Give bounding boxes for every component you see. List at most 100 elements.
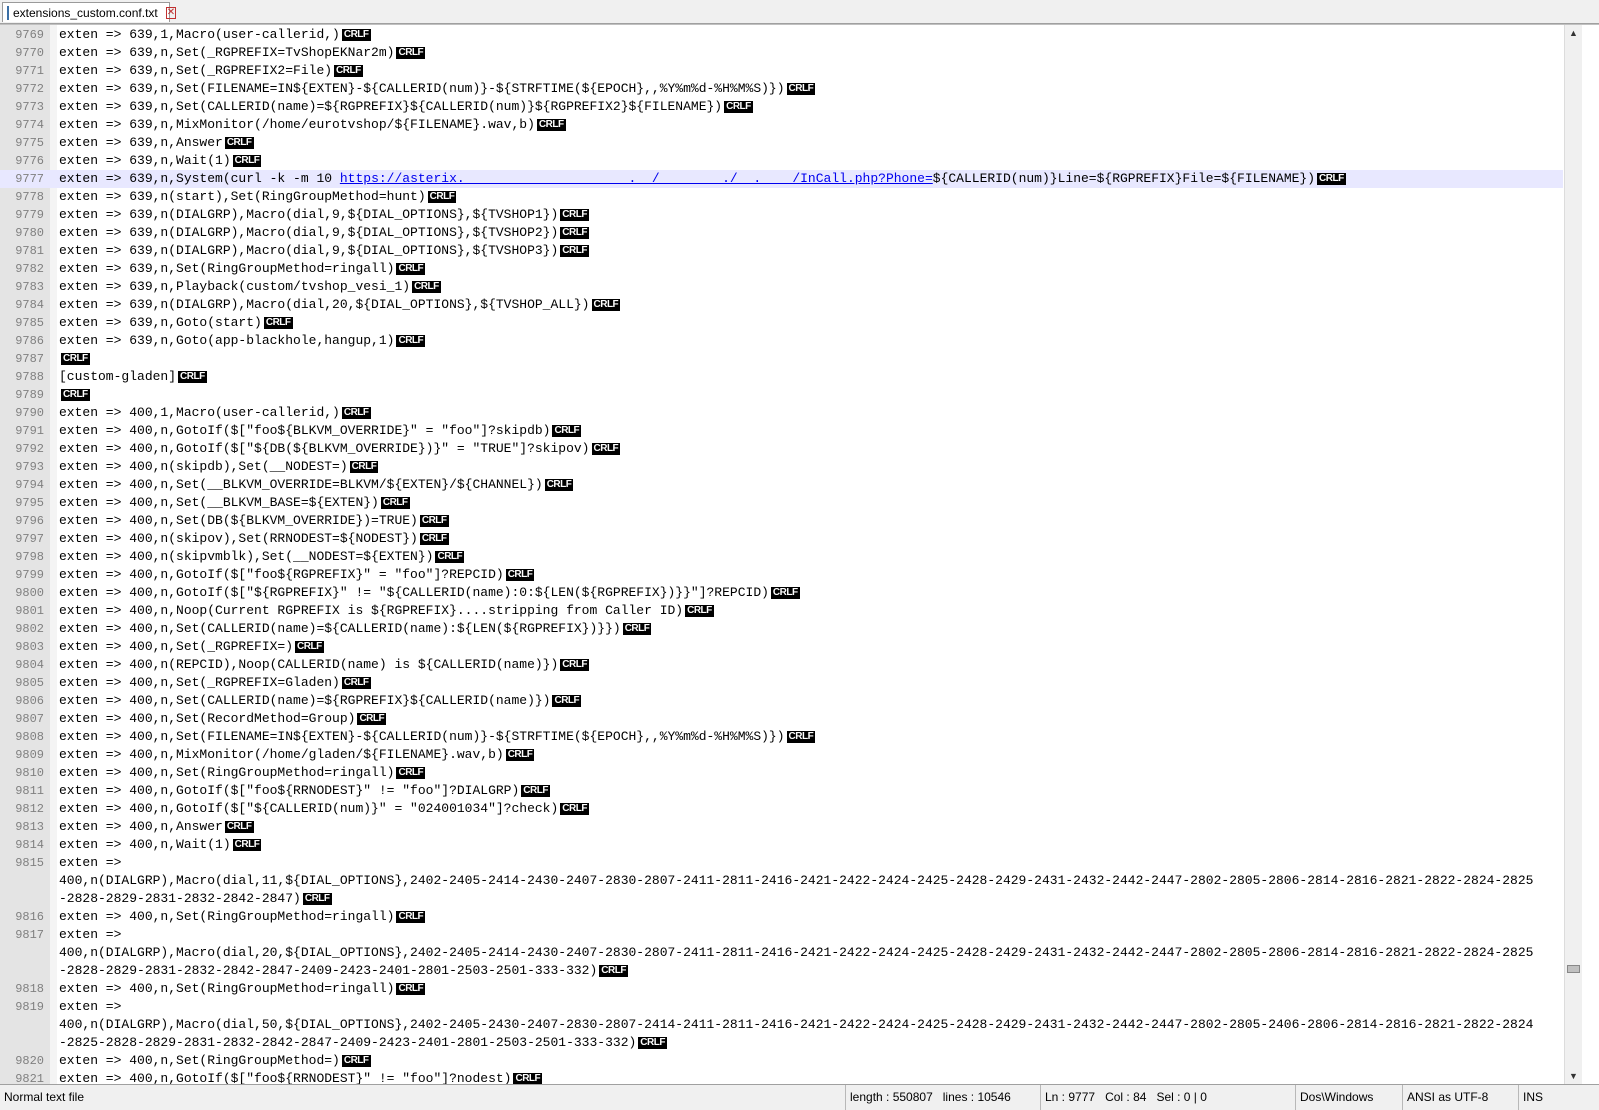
code-line[interactable]: 9817 exten => (0, 926, 1563, 944)
code-line[interactable]: -2825-2828-2829-2831-2832-2842-2847-2409… (0, 1034, 1563, 1052)
code-line[interactable]: 9791 exten => 400,n,GotoIf($["foo${BLKVM_… (0, 422, 1563, 440)
code-line[interactable]: 9798 exten => 400,n(skipvmblk),Set(__NODE… (0, 548, 1563, 566)
line-number: 9787 (15, 352, 44, 366)
code-line[interactable]: 9776 exten => 639,n,Wait(1) CRLF (0, 152, 1563, 170)
code-text: exten => 400,n,Set(RingGroupMethod=ringa… (59, 909, 395, 924)
code-line[interactable]: 9795 exten => 400,n,Set(__BLKVM_BASE=${EX… (0, 494, 1563, 512)
code-line[interactable]: 9784 exten => 639,n(DIALGRP),Macro(dial,2… (0, 296, 1563, 314)
scroll-down-arrow-icon[interactable]: ▼ (1565, 1068, 1582, 1085)
code-line[interactable]: 400,n(DIALGRP),Macro(dial,50,${DIAL_OPTI… (0, 1016, 1563, 1034)
code-line[interactable]: 9777 exten => 639,n,System(curl -k -m 10 … (0, 170, 1563, 188)
code-line[interactable]: 9814 exten => 400,n,Wait(1) CRLF (0, 836, 1563, 854)
code-line[interactable]: 9792 exten => 400,n,GotoIf($["${DB(${BLKV… (0, 440, 1563, 458)
crlf-marker: CRLF (1317, 173, 1346, 185)
code-line[interactable]: 9804 exten => 400,n(REPCID),Noop(CALLERID… (0, 656, 1563, 674)
code-line[interactable]: 9812 exten => 400,n,GotoIf($["${CALLERID(… (0, 800, 1563, 818)
code-line[interactable]: 9809 exten => 400,n,MixMonitor(/home/glad… (0, 746, 1563, 764)
code-line[interactable]: 9778 exten => 639,n(start),Set(RingGroupM… (0, 188, 1563, 206)
code-line[interactable]: 9794 exten => 400,n,Set(__BLKVM_OVERRIDE=… (0, 476, 1563, 494)
crlf-marker: CRLF (427, 191, 457, 203)
code-text: exten => 639,n,Goto(start) (59, 315, 262, 330)
status-col: Col : 84 (1105, 1090, 1147, 1104)
code-line[interactable]: 9790 exten => 400,1,Macro(user-callerid,)… (0, 404, 1563, 422)
code-line[interactable]: 9802 exten => 400,n,Set(CALLERID(name)=${… (0, 620, 1563, 638)
status-length: length : 550807 (850, 1090, 933, 1104)
scrollbar-thumb[interactable] (1567, 965, 1580, 973)
line-number: 9804 (15, 658, 44, 672)
tab-title: extensions_custom.conf.txt (13, 5, 158, 20)
code-text: exten => 400,n,Set(CALLERID(name)=${CALL… (59, 621, 621, 636)
crlf-marker: CRLF (341, 1055, 371, 1067)
text-editor[interactable]: 9769 exten => 639,1,Macro(user-callerid,)… (0, 24, 1599, 1088)
line-number: 9811 (15, 784, 44, 798)
code-line[interactable]: -2828-2829-2831-2832-2842-2847-2409-2423… (0, 962, 1563, 980)
text-area[interactable]: 9769 exten => 639,1,Macro(user-callerid,)… (0, 26, 1563, 1088)
code-line[interactable]: 9797 exten => 400,n(skipov),Set(RRNODEST=… (0, 530, 1563, 548)
code-line[interactable]: 9775 exten => 639,n,Answer CRLF (0, 134, 1563, 152)
line-text: exten => 400,n,Set(RingGroupMethod=ringa… (59, 980, 426, 998)
code-text: exten => 639,n,Wait(1) (59, 153, 231, 168)
code-line[interactable]: 9785 exten => 639,n,Goto(start) CRLF (0, 314, 1563, 332)
code-line[interactable]: 9770 exten => 639,n,Set(_RGPREFIX=TvShopE… (0, 44, 1563, 62)
code-line[interactable]: 9788 [custom-gladen] CRLF (0, 368, 1563, 386)
code-line[interactable]: 9816 exten => 400,n,Set(RingGroupMethod=r… (0, 908, 1563, 926)
line-text: exten => 400,n,Answer CRLF (59, 818, 254, 836)
code-line[interactable]: 9782 exten => 639,n,Set(RingGroupMethod=r… (0, 260, 1563, 278)
crlf-marker: CRLF (521, 785, 550, 797)
code-line[interactable]: 9805 exten => 400,n,Set(_RGPREFIX=Gladen)… (0, 674, 1563, 692)
line-text: exten => 639,1,Macro(user-callerid,) CRLF (59, 26, 371, 44)
status-insert-mode: INS (1518, 1085, 1599, 1110)
code-line[interactable]: 9793 exten => 400,n(skipdb),Set(__NODEST=… (0, 458, 1563, 476)
code-line[interactable]: 9811 exten => 400,n,GotoIf($["foo${RRNODE… (0, 782, 1563, 800)
vertical-scrollbar[interactable]: ▲ ▼ (1564, 25, 1582, 1085)
crlf-marker: CRLF (770, 587, 800, 599)
code-line[interactable]: 9818 exten => 400,n,Set(RingGroupMethod=r… (0, 980, 1563, 998)
line-number: 9820 (15, 1054, 44, 1068)
code-line[interactable]: 9815 exten => (0, 854, 1563, 872)
code-line[interactable]: 400,n(DIALGRP),Macro(dial,11,${DIAL_OPTI… (0, 872, 1563, 890)
code-line[interactable]: 9774 exten => 639,n,MixMonitor(/home/euro… (0, 116, 1563, 134)
code-line[interactable]: 9769 exten => 639,1,Macro(user-callerid,)… (0, 26, 1563, 44)
code-line[interactable]: 9799 exten => 400,n,GotoIf($["foo${RGPREF… (0, 566, 1563, 584)
code-line[interactable]: 9783 exten => 639,n,Playback(custom/tvsho… (0, 278, 1563, 296)
line-number: 9794 (15, 478, 44, 492)
code-line[interactable]: 9772 exten => 639,n,Set(FILENAME=IN${EXTE… (0, 80, 1563, 98)
code-text: exten => (59, 999, 122, 1014)
code-text: exten => 639,n,Set(RingGroupMethod=ringa… (59, 261, 395, 276)
code-text: [custom-gladen] (59, 369, 177, 384)
code-line[interactable]: 9820 exten => 400,n,Set(RingGroupMethod=)… (0, 1052, 1563, 1070)
line-number: 9798 (15, 550, 44, 564)
line-text: exten => (59, 854, 121, 872)
line-number: 9792 (15, 442, 44, 456)
status-position: Ln : 9777 Col : 84 Sel : 0 | 0 (1040, 1085, 1295, 1110)
code-line[interactable]: 9796 exten => 400,n,Set(DB(${BLKVM_OVERRI… (0, 512, 1563, 530)
code-line[interactable]: 9800 exten => 400,n,GotoIf($["${RGPREFIX}… (0, 584, 1563, 602)
code-line[interactable]: 9801 exten => 400,n,Noop(Current RGPREFIX… (0, 602, 1563, 620)
code-line[interactable]: -2828-2829-2831-2832-2842-2847) CRLF (0, 890, 1563, 908)
code-line[interactable]: 9813 exten => 400,n,Answer CRLF (0, 818, 1563, 836)
code-line[interactable]: 9807 exten => 400,n,Set(RecordMethod=Grou… (0, 710, 1563, 728)
code-line[interactable]: 9819 exten => (0, 998, 1563, 1016)
code-line[interactable]: 9808 exten => 400,n,Set(FILENAME=IN${EXTE… (0, 728, 1563, 746)
code-line[interactable]: 9806 exten => 400,n,Set(CALLERID(name)=${… (0, 692, 1563, 710)
scroll-up-arrow-icon[interactable]: ▲ (1565, 25, 1582, 42)
code-line[interactable]: 9789 CRLF (0, 386, 1563, 404)
code-line[interactable]: 9773 exten => 639,n,Set(CALLERID(name)=${… (0, 98, 1563, 116)
code-line[interactable]: 9781 exten => 639,n(DIALGRP),Macro(dial,9… (0, 242, 1563, 260)
line-text: exten => 400,n,Set(DB(${BLKVM_OVERRIDE})… (59, 512, 449, 530)
code-line[interactable]: 9786 exten => 639,n,Goto(app-blackhole,ha… (0, 332, 1563, 350)
code-line[interactable]: 9771 exten => 639,n,Set(_RGPREFIX2=File) C… (0, 62, 1563, 80)
close-icon[interactable]: ✕ (165, 6, 177, 19)
code-line[interactable]: 9803 exten => 400,n,Set(_RGPREFIX=) CRLF (0, 638, 1563, 656)
code-line[interactable]: 9779 exten => 639,n(DIALGRP),Macro(dial,9… (0, 206, 1563, 224)
code-line[interactable]: 9787 CRLF (0, 350, 1563, 368)
code-line[interactable]: 400,n(DIALGRP),Macro(dial,20,${DIAL_OPTI… (0, 944, 1563, 962)
code-text: 400,n(DIALGRP),Macro(dial,50,${DIAL_OPTI… (59, 1017, 1534, 1032)
tab-file[interactable]: extensions_custom.conf.txt ✕ (2, 2, 177, 22)
url-link[interactable]: https://asterix. .__/ ./ . /InCall.php?P… (340, 171, 933, 186)
code-line[interactable]: 9780 exten => 639,n(DIALGRP),Macro(dial,9… (0, 224, 1563, 242)
line-text: exten => 400,n(skipov),Set(RRNODEST=${NO… (59, 530, 449, 548)
code-line[interactable]: 9810 exten => 400,n,Set(RingGroupMethod=r… (0, 764, 1563, 782)
code-text: exten => 639,n,Set(_RGPREFIX=TvShopEKNar… (59, 45, 395, 60)
crlf-marker: CRLF (560, 209, 589, 221)
